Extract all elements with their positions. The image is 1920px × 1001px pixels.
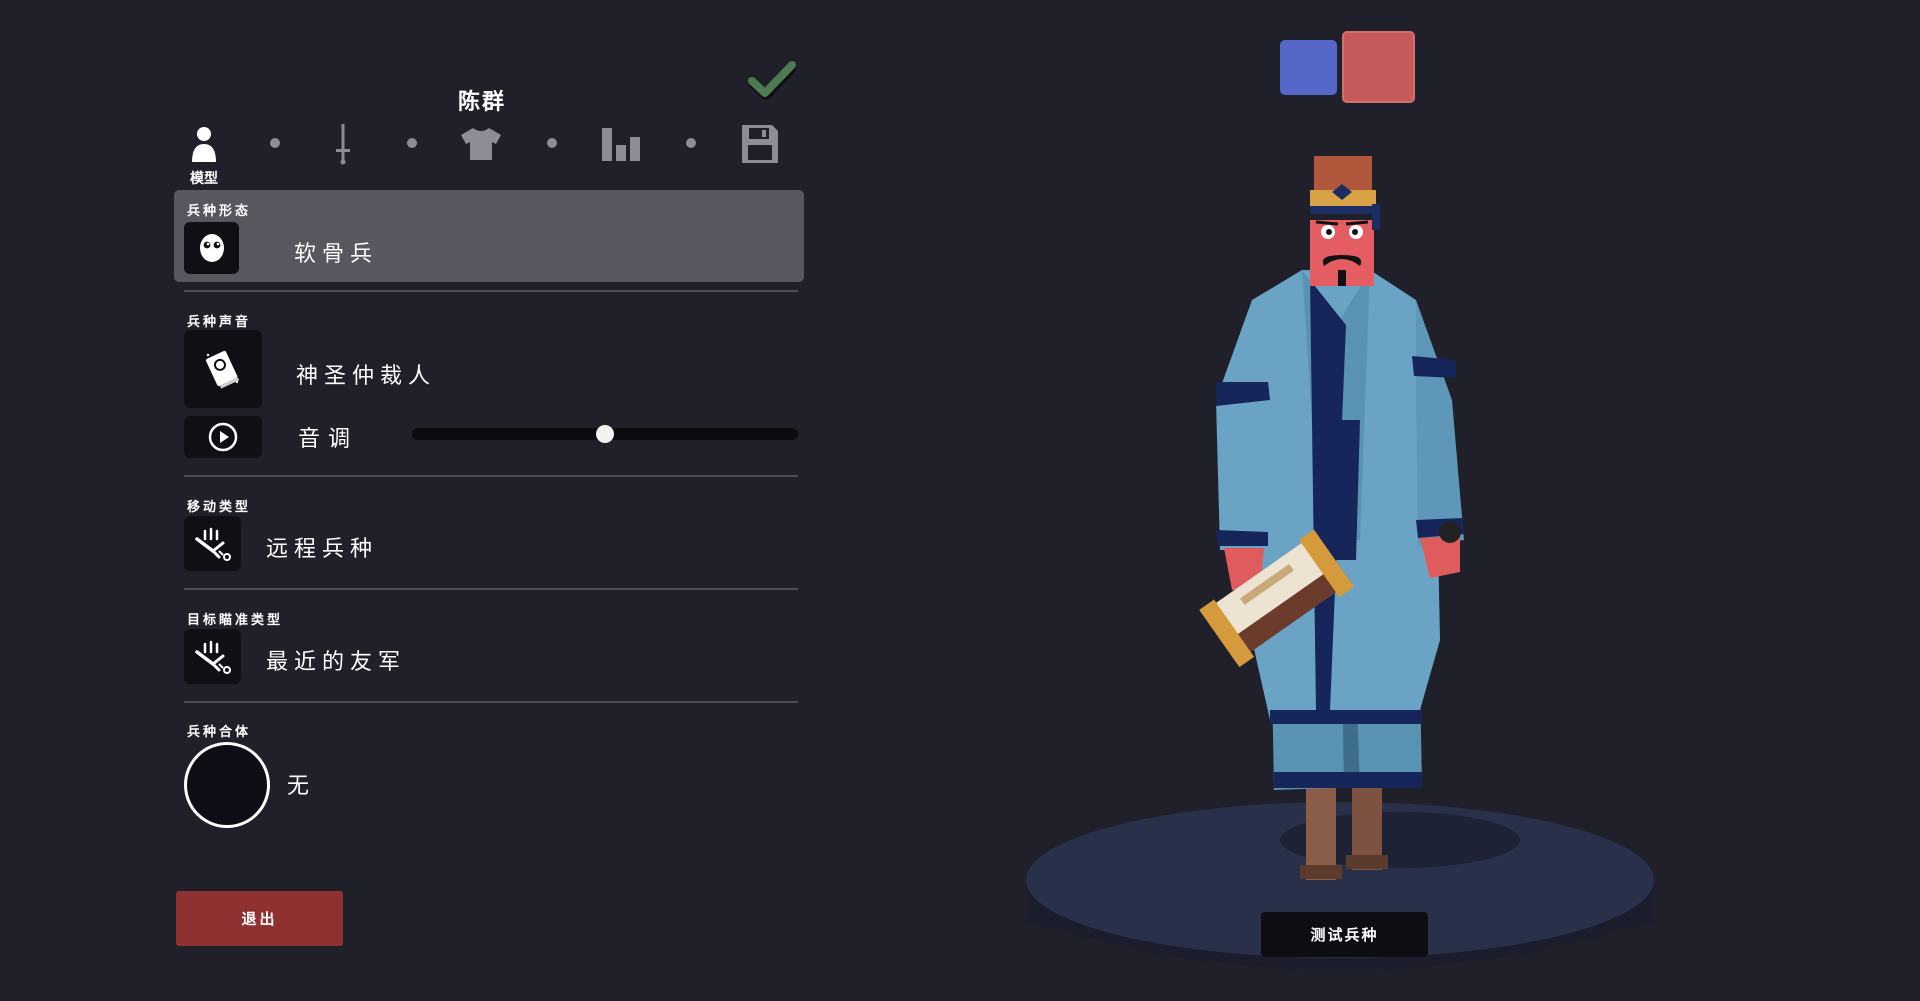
unit-combination-slot[interactable] <box>184 742 270 828</box>
unit-creator-screen: 陈群 模型 兵种形态 软骨兵 兵种声音 神圣仲裁人 音调 移动类型 远程兵种 目… <box>0 0 1920 1001</box>
save-icon <box>742 125 778 163</box>
unit-preview-scene[interactable] <box>1020 120 1660 1000</box>
unit-form-value: 软骨兵 <box>294 242 379 267</box>
step-model-label: 模型 <box>190 171 218 187</box>
play-voice-button[interactable] <box>184 416 262 458</box>
unit-model-figure <box>1199 156 1464 880</box>
section-divider <box>184 588 798 590</box>
section-divider <box>184 290 798 292</box>
targeting-type-label: 目标瞄准类型 <box>187 613 284 628</box>
checkmark-icon[interactable] <box>748 60 796 100</box>
step-weapons-tab[interactable] <box>321 122 365 166</box>
targeting-type-icon-box[interactable] <box>184 629 241 684</box>
step-separator-dot <box>270 138 280 148</box>
step-separator-dot <box>686 138 696 148</box>
step-separator-dot <box>407 138 417 148</box>
target-ally-icon <box>194 640 231 674</box>
unit-form-icon-box[interactable] <box>184 222 239 274</box>
section-divider <box>184 701 798 703</box>
unit-form-label: 兵种形态 <box>187 204 252 219</box>
step-stats-tab[interactable] <box>599 122 643 166</box>
sword-icon <box>336 124 350 165</box>
unit-combination-value: 无 <box>287 774 316 799</box>
movement-type-icon-box[interactable] <box>184 516 241 571</box>
test-unit-button[interactable]: 测试兵种 <box>1261 912 1428 957</box>
step-save-tab[interactable] <box>738 122 782 166</box>
stats-icon <box>602 128 640 161</box>
section-divider <box>184 475 798 477</box>
play-icon <box>208 422 238 452</box>
ghost-face-icon <box>199 234 224 262</box>
pitch-slider-handle[interactable] <box>596 425 614 443</box>
shirt-icon <box>461 128 501 160</box>
exit-button[interactable]: 退出 <box>176 891 343 946</box>
step-separator-dot <box>547 138 557 148</box>
unit-form-row[interactable] <box>174 190 804 282</box>
step-model-tab[interactable] <box>182 122 226 166</box>
unit-voice-label: 兵种声音 <box>187 315 252 330</box>
unit-voice-icon-box[interactable] <box>184 330 262 408</box>
person-icon <box>192 127 216 162</box>
pitch-slider[interactable] <box>412 425 798 443</box>
targeting-type-value: 最近的友军 <box>266 650 407 675</box>
team-blue-swatch[interactable] <box>1280 40 1337 95</box>
step-clothing-tab[interactable] <box>459 122 503 166</box>
pitch-label: 音调 <box>298 427 359 452</box>
movement-type-label: 移动类型 <box>187 500 252 515</box>
movement-type-value: 远程兵种 <box>266 537 379 562</box>
ranged-unit-icon <box>194 527 231 561</box>
team-red-swatch[interactable] <box>1342 31 1415 103</box>
unit-voice-value: 神圣仲裁人 <box>296 364 437 389</box>
unit-combination-label: 兵种合体 <box>187 725 252 740</box>
scripture-book-icon <box>206 350 240 389</box>
